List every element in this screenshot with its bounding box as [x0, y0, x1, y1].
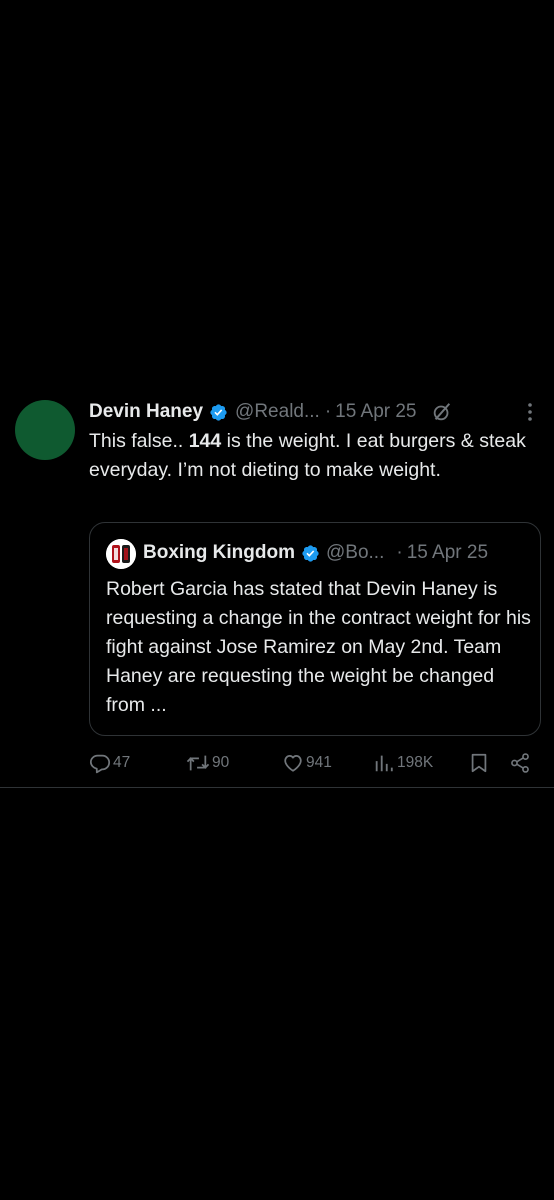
views-icon	[375, 755, 393, 772]
verified-badge-icon	[210, 403, 227, 421]
share-icon	[511, 753, 529, 773]
like-button[interactable]: 941	[282, 750, 332, 776]
more-icon[interactable]	[524, 401, 536, 423]
quote-avatar	[106, 539, 136, 569]
author-handle[interactable]: @Reald...	[235, 401, 320, 423]
tweet-text: This false.. 144 is the weight. I eat bu…	[89, 427, 529, 485]
quote-verified-badge-icon	[302, 544, 319, 562]
reply-icon	[89, 754, 111, 774]
reply-count: 47	[113, 754, 131, 771]
quote-author-handle[interactable]: @Bo...	[326, 542, 384, 564]
retweet-icon	[186, 755, 210, 771]
author-name[interactable]: Devin Haney	[89, 401, 203, 423]
like-count: 941	[306, 754, 332, 771]
views-count: 198K	[397, 754, 434, 771]
avatar[interactable]	[15, 400, 75, 460]
quote-text: Robert Garcia has stated that Devin Hane…	[106, 578, 531, 716]
tweet-date[interactable]: 15 Apr 25	[335, 401, 416, 423]
separator-dot: ·	[324, 401, 332, 422]
quote-separator-dot: ·	[396, 542, 403, 563]
like-icon	[284, 754, 302, 772]
quote-header: Boxing Kingdom @Bo... · 15 Apr 25	[143, 538, 535, 568]
tweet-header: Devin Haney @Reald... · 15 Apr 25	[89, 397, 549, 427]
share-button[interactable]	[509, 750, 531, 776]
retweet-button[interactable]: 90	[186, 750, 229, 776]
reply-button[interactable]: 47	[89, 750, 130, 776]
boxing-kingdom-logo-icon	[106, 539, 136, 569]
grok-icon[interactable]	[431, 401, 453, 423]
quote-author-name[interactable]: Boxing Kingdom	[143, 542, 295, 564]
retweet-count: 90	[212, 754, 230, 771]
views-button[interactable]: 198K	[373, 750, 433, 776]
tweet-text-start: This false..	[89, 430, 189, 452]
bookmark-icon	[471, 753, 487, 773]
bookmark-button[interactable]	[469, 750, 489, 776]
tweet-text-bold: 144	[188, 430, 222, 452]
quote-date: 15 Apr 25	[406, 542, 489, 563]
